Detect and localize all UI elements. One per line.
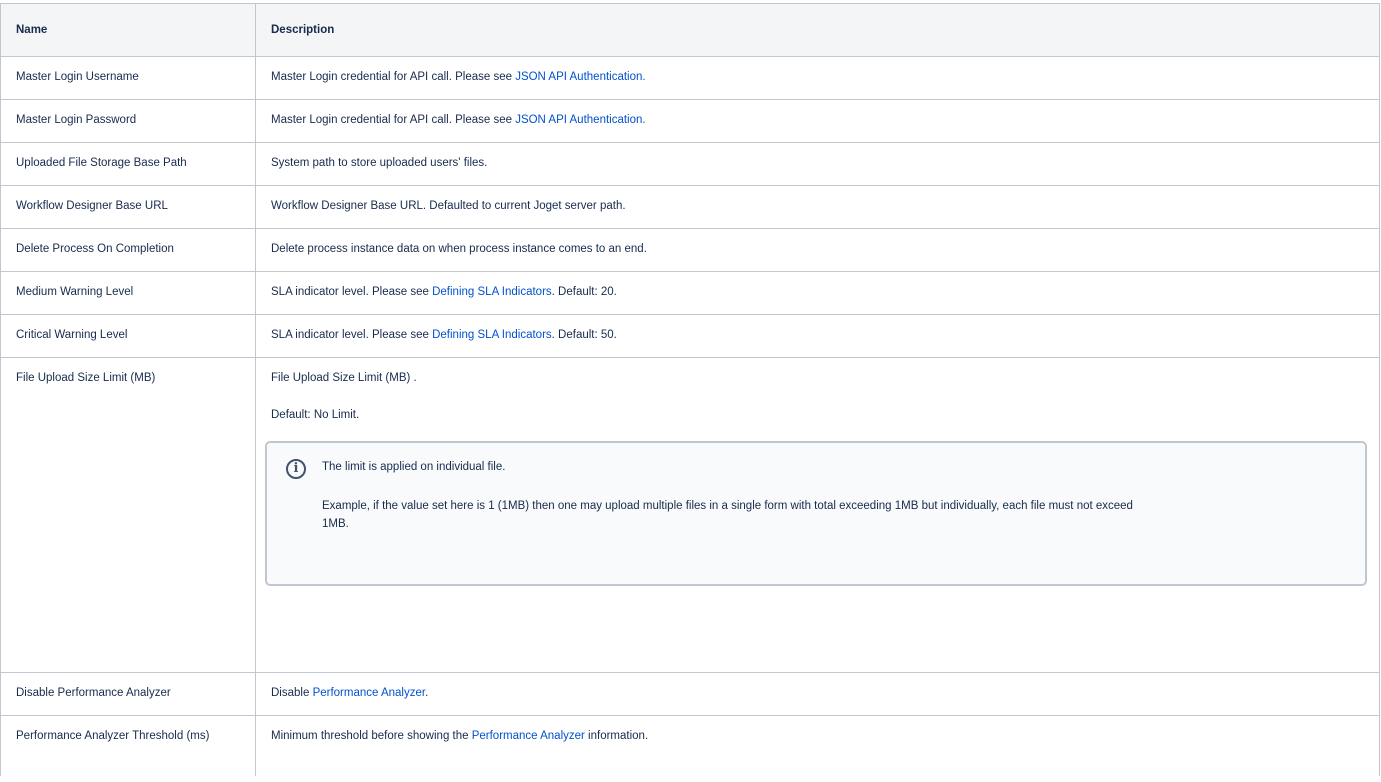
table-row: Uploaded File Storage Base Path System p… <box>0 142 1380 186</box>
table-row: Disable Performance Analyzer Disable Per… <box>0 672 1380 716</box>
description-text: SLA indicator level. Please see <box>271 329 433 341</box>
page: Name Description Master Login Username M… <box>0 0 1381 782</box>
info-text: The limit is applied on individual file. <box>322 461 506 473</box>
setting-description: SLA indicator level. Please see Defining… <box>255 314 1380 358</box>
setting-description: Disable Performance Analyzer. <box>255 672 1380 716</box>
description-text: information. <box>584 730 649 742</box>
table-row: Master Login Username Master Login crede… <box>0 56 1380 100</box>
info-panel: i The limit is applied on individual fil… <box>265 441 1367 586</box>
setting-name: Performance Analyzer Threshold (ms) <box>0 715 256 776</box>
description-text: System path to store uploaded users' fil… <box>271 157 488 169</box>
info-example-line: Example, if the value set here is 1 (1MB… <box>322 500 1133 512</box>
description-text: Delete process instance data on when pro… <box>271 243 647 255</box>
description-text: Master Login credential for API call. Pl… <box>271 114 516 126</box>
setting-description: Workflow Designer Base URL. Defaulted to… <box>255 185 1380 229</box>
info-example-line: 1MB. <box>322 518 349 530</box>
table-header-row: Name Description <box>0 3 1380 57</box>
setting-description: System path to store uploaded users' fil… <box>255 142 1380 186</box>
description-text: Master Login credential for API call. Pl… <box>271 71 516 83</box>
description-text: File Upload Size Limit (MB) . <box>271 372 417 384</box>
table-row: Delete Process On Completion Delete proc… <box>0 228 1380 272</box>
json-api-auth-link[interactable]: JSON API Authentication. <box>515 71 645 83</box>
description-text: SLA indicator level. Please see <box>271 286 433 298</box>
setting-description: Minimum threshold before showing the Per… <box>255 715 1380 776</box>
header-description: Description <box>255 3 1380 57</box>
description-text: Disable <box>271 687 313 699</box>
default-text: Default: No Limit. <box>271 409 360 421</box>
setting-description: Master Login credential for API call. Pl… <box>255 56 1380 100</box>
header-name: Name <box>0 3 256 57</box>
setting-description: Delete process instance data on when pro… <box>255 228 1380 272</box>
setting-name: Master Login Password <box>0 99 256 143</box>
description-text: Minimum threshold before showing the <box>271 730 472 742</box>
sla-indicators-link[interactable]: Defining SLA Indicators <box>432 286 552 298</box>
performance-analyzer-link[interactable]: Performance Analyzer <box>313 687 426 699</box>
table-row: Medium Warning Level SLA indicator level… <box>0 271 1380 315</box>
table-row: File Upload Size Limit (MB) File Upload … <box>0 357 1380 673</box>
setting-name: File Upload Size Limit (MB) <box>0 357 256 673</box>
table-row: Performance Analyzer Threshold (ms) Mini… <box>0 715 1380 776</box>
info-icon: i <box>286 459 306 479</box>
performance-analyzer-link[interactable]: Performance Analyzer <box>472 730 585 742</box>
description-text: . Default: 50. <box>551 329 617 341</box>
setting-name: Medium Warning Level <box>0 271 256 315</box>
setting-name: Critical Warning Level <box>0 314 256 358</box>
table-row: Workflow Designer Base URL Workflow Desi… <box>0 185 1380 229</box>
description-text: . <box>425 687 429 699</box>
table-row: Master Login Password Master Login crede… <box>0 99 1380 143</box>
json-api-auth-link[interactable]: JSON API Authentication. <box>515 114 645 126</box>
setting-name: Workflow Designer Base URL <box>0 185 256 229</box>
settings-table: Name Description Master Login Username M… <box>0 3 1380 776</box>
setting-name: Master Login Username <box>0 56 256 100</box>
table-row: Critical Warning Level SLA indicator lev… <box>0 314 1380 358</box>
setting-description: SLA indicator level. Please see Defining… <box>255 271 1380 315</box>
setting-name: Delete Process On Completion <box>0 228 256 272</box>
setting-name: Uploaded File Storage Base Path <box>0 142 256 186</box>
description-text: . Default: 20. <box>551 286 617 298</box>
setting-name: Disable Performance Analyzer <box>0 672 256 716</box>
info-example-text: Example, if the value set here is 1 (1MB… <box>321 497 1345 533</box>
setting-description: Master Login credential for API call. Pl… <box>255 99 1380 143</box>
sla-indicators-link[interactable]: Defining SLA Indicators <box>432 329 552 341</box>
setting-description: File Upload Size Limit (MB) . Default: N… <box>255 357 1380 673</box>
description-text: Workflow Designer Base URL. Defaulted to… <box>271 200 626 212</box>
